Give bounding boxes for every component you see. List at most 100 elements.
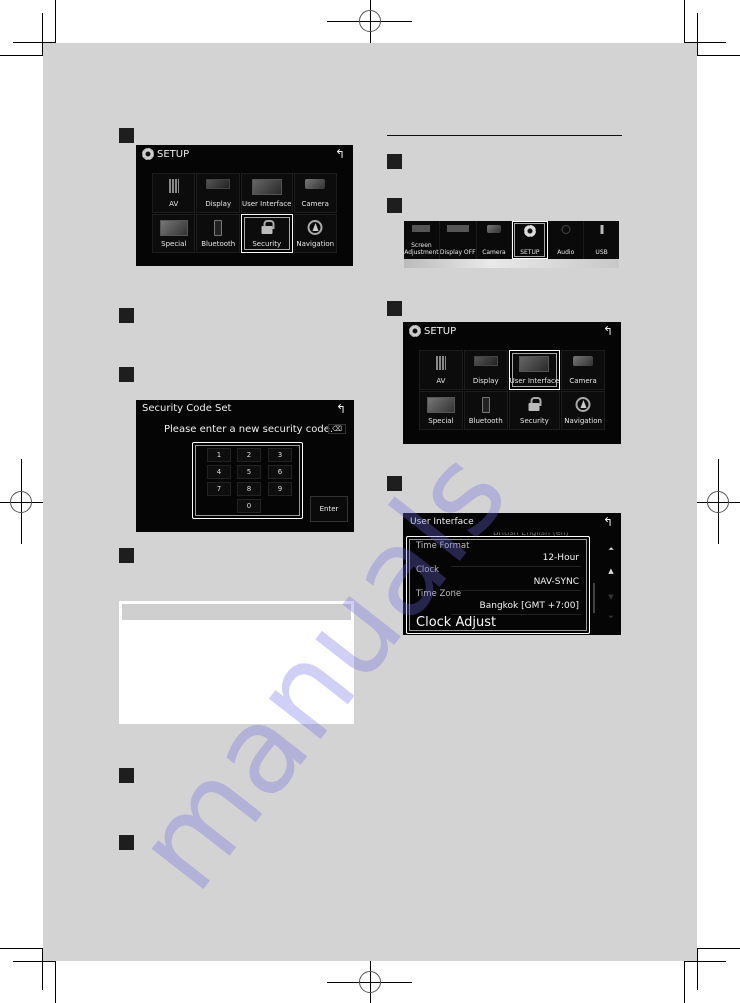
screen-title: Security Code Set <box>142 403 232 414</box>
user-interface-icon <box>251 179 282 195</box>
step-marker <box>119 128 134 143</box>
source-usb[interactable]: USB <box>584 221 619 259</box>
step-marker <box>119 308 134 323</box>
gear-icon <box>409 325 421 337</box>
tile-security[interactable]: Security <box>240 213 293 253</box>
source-display-off[interactable]: Display OFF <box>440 221 477 259</box>
bluetooth-icon <box>214 219 223 236</box>
navigation-icon <box>307 219 323 235</box>
backspace-icon[interactable]: ⌫ <box>328 424 346 434</box>
display-off-icon <box>446 225 469 232</box>
tile-user-interface[interactable]: User Interface <box>508 350 561 390</box>
source-setup[interactable]: SETUP <box>512 221 549 259</box>
tile-security[interactable]: Security <box>508 390 561 430</box>
camera-icon <box>305 179 326 189</box>
camera-icon <box>486 225 501 233</box>
step-marker <box>119 835 134 850</box>
lock-icon <box>528 396 542 411</box>
scroll-up-icon[interactable]: ▲ <box>606 567 616 575</box>
user-interface-icon <box>519 356 550 372</box>
clock-adjust-item[interactable]: Clock Adjust <box>416 615 496 630</box>
enter-button[interactable]: Enter <box>310 496 348 522</box>
screen-adjust-icon <box>412 225 431 232</box>
camera-icon <box>573 356 594 366</box>
keypad: 1 2 3 4 5 6 7 8 9 0 <box>192 442 303 519</box>
tile-display[interactable]: Display <box>463 350 508 390</box>
gear-icon <box>142 148 154 160</box>
gear-icon <box>523 225 536 237</box>
av-icon <box>168 179 179 193</box>
key-1[interactable]: 1 <box>207 448 231 462</box>
bluetooth-icon <box>481 396 490 413</box>
tile-av[interactable]: AV <box>419 350 463 390</box>
tile-navigation[interactable]: Navigation <box>293 213 337 253</box>
screen-title: User Interface <box>410 517 474 527</box>
tile-display[interactable]: Display <box>196 173 240 213</box>
back-icon[interactable]: ↰ <box>335 147 345 161</box>
setup-screen-security: SETUP ↰ AV Display User Interface Camera… <box>136 145 353 266</box>
step-marker <box>387 301 402 316</box>
special-icon <box>426 396 455 413</box>
security-prompt: Please enter a new security code. <box>164 424 334 435</box>
display-icon <box>206 179 231 189</box>
tile-navigation[interactable]: Navigation <box>561 390 605 430</box>
security-code-screen: Security Code Set ↰ Please enter a new s… <box>136 400 354 532</box>
clock-label: Clock <box>416 565 440 575</box>
scroll-top-icon[interactable]: ⏶ <box>606 545 616 554</box>
scroll-down-icon[interactable]: ▼ <box>606 593 616 601</box>
source-bar: Screen Adjustment Display OFF Camera SETU… <box>404 221 619 259</box>
audio-icon <box>561 225 571 234</box>
tile-camera[interactable]: Camera <box>561 350 605 390</box>
tile-bluetooth[interactable]: Bluetooth <box>196 213 240 253</box>
scrollbar[interactable] <box>593 583 595 613</box>
note-box <box>119 601 354 724</box>
screen-title: SETUP <box>424 325 457 337</box>
step-marker <box>119 768 134 783</box>
screen-title: SETUP <box>157 148 190 160</box>
tile-special[interactable]: Special <box>419 390 463 430</box>
key-7[interactable]: 7 <box>207 482 231 496</box>
step-marker <box>119 548 134 563</box>
key-6[interactable]: 6 <box>268 465 292 479</box>
key-4[interactable]: 4 <box>207 465 231 479</box>
lock-icon <box>261 219 275 234</box>
step-marker <box>119 367 134 382</box>
key-5[interactable]: 5 <box>237 465 261 479</box>
key-8[interactable]: 8 <box>237 482 261 496</box>
clock-value[interactable]: NAV-SYNC <box>534 577 579 587</box>
usb-icon <box>600 225 604 234</box>
settings-list: Time Format 12-Hour Clock NAV-SYNC Time … <box>406 536 590 634</box>
key-0[interactable]: 0 <box>237 499 261 513</box>
time-format-label: Time Format <box>416 541 470 551</box>
tile-user-interface[interactable]: User Interface <box>240 173 293 213</box>
time-zone-value[interactable]: Bangkok [GMT +7:00] <box>480 601 579 611</box>
navigation-icon <box>575 396 591 412</box>
scroll-bottom-icon[interactable]: ⏷ <box>606 613 616 622</box>
source-audio[interactable]: Audio <box>548 221 585 259</box>
time-format-value[interactable]: 12-Hour <box>543 553 579 563</box>
tile-bluetooth[interactable]: Bluetooth <box>463 390 508 430</box>
key-2[interactable]: 2 <box>237 448 261 462</box>
step-marker <box>387 476 402 491</box>
source-camera[interactable]: Camera <box>477 221 513 259</box>
back-icon[interactable]: ↰ <box>336 402 346 416</box>
back-icon[interactable]: ↰ <box>603 324 613 338</box>
key-9[interactable]: 9 <box>268 482 292 496</box>
step-marker <box>387 198 402 213</box>
note-header <box>122 604 351 620</box>
step-marker <box>387 154 402 169</box>
source-bar-reflection <box>404 259 619 268</box>
back-icon[interactable]: ↰ <box>603 515 613 529</box>
source-screen-adjustment[interactable]: Screen Adjustment <box>404 221 440 259</box>
key-3[interactable]: 3 <box>268 448 292 462</box>
special-icon <box>159 219 188 236</box>
av-icon <box>435 356 446 370</box>
section-rule <box>387 135 622 136</box>
setup-screen-ui: SETUP ↰ AV Display User Interface Camera… <box>403 322 621 444</box>
display-icon <box>473 356 498 366</box>
user-interface-screen: User Interface ↰ British English (en) Ti… <box>403 513 621 635</box>
tile-av[interactable]: AV <box>152 173 196 213</box>
tile-special[interactable]: Special <box>152 213 196 253</box>
time-zone-label: Time Zone <box>416 589 462 599</box>
tile-camera[interactable]: Camera <box>293 173 337 213</box>
